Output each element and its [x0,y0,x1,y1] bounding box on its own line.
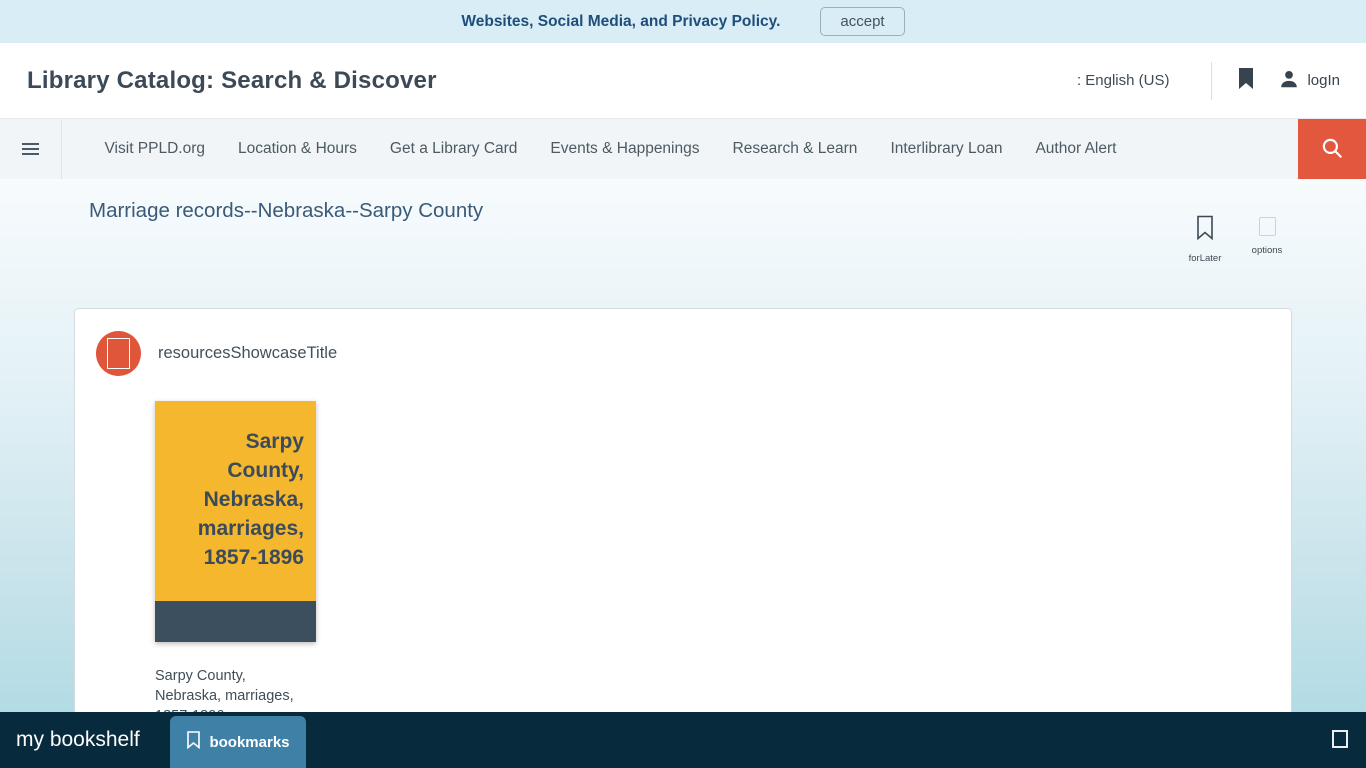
nav-links: Visit PPLD.org Location & Hours Get a Li… [62,119,1133,179]
bookmark-outline-icon [186,731,201,753]
book-item[interactable]: Sarpy County, Nebraska, marriages, 1857-… [155,401,316,726]
nav-item-interlibrary-loan[interactable]: Interlibrary Loan [874,140,1019,158]
nav-item-visit-ppld[interactable]: Visit PPLD.org [88,140,222,158]
header-divider [1211,61,1213,100]
login-label: logIn [1307,72,1340,89]
for-later-button[interactable]: forLater [1182,215,1228,264]
options-button[interactable]: options [1244,215,1290,264]
panel-square-icon [1332,730,1348,748]
for-later-label: forLater [1188,253,1222,264]
cookie-message: Websites, Social Media, and Privacy Poli… [461,12,781,30]
showcase-card: resourcesShowcaseTitle Sarpy County, Neb… [74,308,1292,768]
bookmark-outline-icon [1194,215,1216,244]
nav-item-research-learn[interactable]: Research & Learn [716,140,874,158]
page-head: Marriage records--Nebraska--Sarpy County… [0,179,1366,264]
page: Websites, Social Media, and Privacy Poli… [0,0,1366,768]
cookie-banner: Websites, Social Media, and Privacy Poli… [0,0,1366,43]
bookmarks-header-button[interactable] [1236,67,1256,94]
header-actions: : English (US) logIn [1077,61,1340,100]
accept-button[interactable]: accept [820,7,905,36]
menu-button[interactable] [0,119,62,179]
search-button[interactable] [1298,119,1366,179]
navbar: Visit PPLD.org Location & Hours Get a Li… [0,118,1366,179]
bookmarks-tab-button[interactable]: bookmarks [170,716,306,768]
page-title: Marriage records--Nebraska--Sarpy County [89,199,484,222]
app-title: Library Catalog: Search & Discover [27,66,437,94]
search-icon [1319,135,1345,164]
bookmarks-tab-label: bookmarks [209,733,290,751]
nav-item-library-card[interactable]: Get a Library Card [373,140,534,158]
book-icon [96,331,141,376]
language-selector[interactable]: : English (US) [1077,72,1170,89]
options-label: options [1251,245,1283,256]
options-square-icon [1258,217,1276,236]
showcase-card-head: resourcesShowcaseTitle [96,331,1291,376]
person-icon [1278,68,1300,94]
nav-item-events[interactable]: Events & Happenings [534,140,716,158]
book-cover-title: Sarpy County, Nebraska, marriages, 1857-… [197,430,304,569]
panel-toggle-button[interactable] [1332,730,1348,748]
header: Library Catalog: Search & Discover : Eng… [0,43,1366,118]
book-cover[interactable]: Sarpy County, Nebraska, marriages, 1857-… [155,401,316,642]
book-cover-band [155,601,316,642]
login-button[interactable]: logIn [1278,68,1340,94]
nav-item-location-hours[interactable]: Location & Hours [222,140,374,158]
my-bookshelf-label: my bookshelf [16,728,140,751]
showcase-title: resourcesShowcaseTitle [158,344,338,362]
nav-item-author-alert[interactable]: Author Alert [1019,140,1133,158]
footer-bar: my bookshelf bookmarks [0,712,1366,768]
page-actions: forLater options [1182,215,1290,264]
main-content: Marriage records--Nebraska--Sarpy County… [0,179,1366,768]
hamburger-icon [22,143,39,155]
bookmark-icon [1236,67,1256,94]
